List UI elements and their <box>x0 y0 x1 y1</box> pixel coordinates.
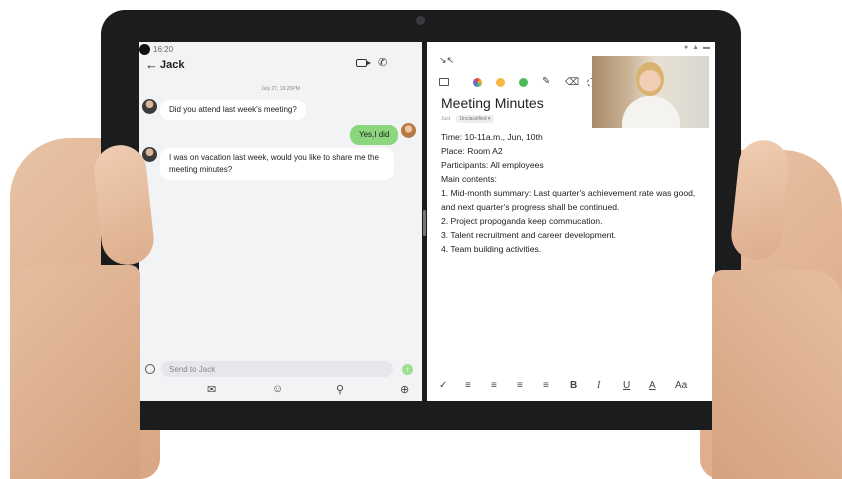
note-body[interactable]: Time: 10-11a.m., Jun, 10th Place: Room A… <box>441 130 709 256</box>
chat-toolbar: ✉ ☺ ⚲ ⊕ <box>139 382 422 401</box>
notes-toolbar: ✎ ⌫ <box>439 76 596 90</box>
message-text: I was on vacation last week, would you l… <box>169 153 379 162</box>
plus-circle-icon[interactable]: ⊕ <box>400 383 409 396</box>
font-color-button[interactable]: A <box>649 380 656 391</box>
pen-color-green[interactable] <box>519 78 528 87</box>
status-bar: 16:20 <box>139 42 422 56</box>
front-camera <box>416 16 425 25</box>
video-participant-body <box>622 96 680 128</box>
video-call-window[interactable] <box>592 56 709 128</box>
video-participant <box>636 62 664 96</box>
chat-pane: 16:20 ← Jack ✆ July 27, 16:20PM Did you … <box>139 42 422 401</box>
voice-toggle-icon[interactable] <box>145 364 155 374</box>
font-size-button[interactable]: Aa <box>675 380 687 391</box>
note-line: 3. Talent recruitment and career develop… <box>441 230 617 240</box>
camera-cutout <box>139 44 150 55</box>
arrow-left-icon[interactable]: ← <box>145 57 158 72</box>
mail-icon[interactable]: ✉ <box>207 383 216 396</box>
split-drag-handle[interactable] <box>423 210 426 236</box>
note-meta: Just Unclassified ▾ <box>441 115 495 123</box>
note-line: Place: Room A2 <box>441 146 503 156</box>
message-input[interactable] <box>161 361 393 377</box>
note-line: Main contents: <box>441 174 497 184</box>
chat-header: ← Jack ✆ <box>139 56 422 76</box>
bold-button[interactable]: B <box>570 380 577 391</box>
status-icons: ● ▲ ▬ <box>683 44 711 51</box>
marker-icon[interactable]: ✎ <box>542 76 550 87</box>
contact-avatar[interactable] <box>142 99 157 114</box>
note-line: Participants: All employees <box>441 160 544 170</box>
send-button[interactable]: ↑ <box>402 364 413 375</box>
indent-icon[interactable]: ≡ <box>517 380 523 391</box>
note-line: 1. Mid-month summary: Last quarter's ach… <box>441 188 696 198</box>
eraser-icon[interactable]: ⌫ <box>565 77 579 88</box>
message-text: meeting minutes? <box>169 165 233 174</box>
collapse-icon[interactable]: ↘↖ <box>439 55 454 66</box>
contact-name: Jack <box>160 59 185 71</box>
message-text: Did you attend last week's meeting? <box>169 105 297 114</box>
status-time: 16:20 <box>153 45 174 54</box>
video-camera-icon[interactable] <box>356 59 371 67</box>
phone-icon[interactable]: ✆ <box>378 56 387 69</box>
message-bubble-sent: Yes,I did <box>350 125 399 145</box>
bullet-list-icon[interactable]: ≡ <box>491 380 497 391</box>
note-line: and next quarter's progress shall be con… <box>441 202 620 212</box>
note-line: Time: 10-11a.m., Jun, 10th <box>441 132 543 142</box>
location-pin-icon[interactable]: ⚲ <box>336 383 344 396</box>
note-line: 2. Project propoganda keep commucation. <box>441 216 603 226</box>
format-toolbar: ✓ ≡ ≡ ≡ ≡ B I U A Aa <box>427 380 715 396</box>
checklist-icon[interactable]: ✓ <box>439 380 447 391</box>
message-text: Yes,I did <box>359 130 390 139</box>
my-avatar[interactable] <box>401 123 416 138</box>
color-picker-icon[interactable] <box>473 78 482 87</box>
italic-button[interactable]: I <box>597 380 600 391</box>
outdent-icon[interactable]: ≡ <box>543 380 549 391</box>
right-palm <box>712 270 842 479</box>
keyboard-icon[interactable] <box>439 78 449 86</box>
numbered-list-icon[interactable]: ≡ <box>465 380 471 391</box>
pen-color-orange[interactable] <box>496 78 505 87</box>
date-stamp: July 27, 16:20PM <box>261 86 300 92</box>
tablet-screen: 16:20 ← Jack ✆ July 27, 16:20PM Did you … <box>139 42 715 401</box>
left-palm <box>10 265 140 479</box>
note-line: 4. Team building activities. <box>441 244 542 254</box>
notes-pane: ● ▲ ▬ ↘↖ ✎ ⌫ Meeting Minutes Just Unclas… <box>427 42 715 401</box>
message-input-bar: ↑ <box>139 360 422 378</box>
note-time: Just <box>441 116 451 122</box>
underline-button[interactable]: U <box>623 380 630 391</box>
message-bubble-received: Did you attend last week's meeting? <box>160 100 306 120</box>
category-dropdown[interactable]: Unclassified ▾ <box>455 115 495 123</box>
message-bubble-received: I was on vacation last week, would you l… <box>160 148 394 180</box>
note-title[interactable]: Meeting Minutes <box>441 95 544 111</box>
emoji-icon[interactable]: ☺ <box>272 383 283 395</box>
